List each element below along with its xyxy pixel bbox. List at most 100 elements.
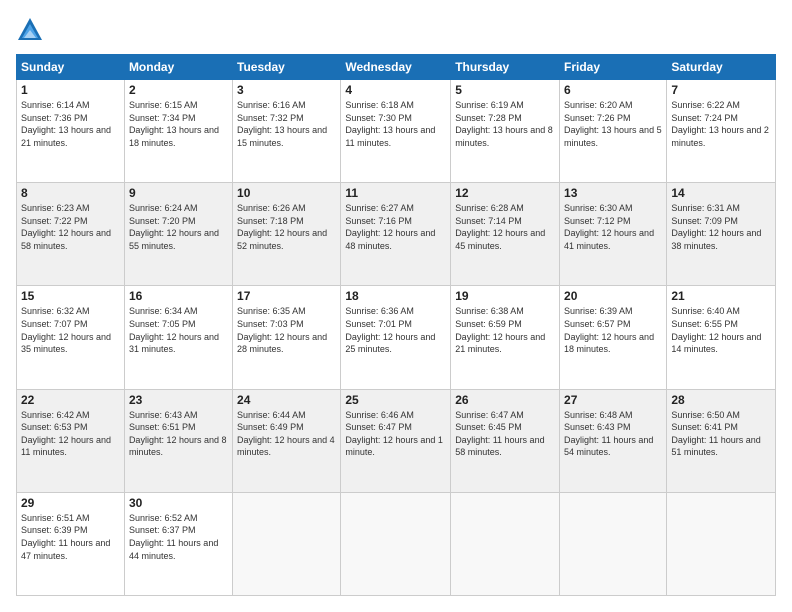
day-info: Sunrise: 6:20 AMSunset: 7:26 PMDaylight:… xyxy=(564,99,662,149)
day-number: 16 xyxy=(129,289,228,303)
day-number: 22 xyxy=(21,393,120,407)
day-info: Sunrise: 6:44 AMSunset: 6:49 PMDaylight:… xyxy=(237,409,336,459)
week-row: 29Sunrise: 6:51 AMSunset: 6:39 PMDayligh… xyxy=(17,492,776,595)
day-info: Sunrise: 6:52 AMSunset: 6:37 PMDaylight:… xyxy=(129,512,228,562)
day-header: Friday xyxy=(560,55,667,80)
day-info: Sunrise: 6:40 AMSunset: 6:55 PMDaylight:… xyxy=(671,305,771,355)
day-cell xyxy=(341,492,451,595)
day-number: 5 xyxy=(455,83,555,97)
day-number: 9 xyxy=(129,186,228,200)
day-info: Sunrise: 6:35 AMSunset: 7:03 PMDaylight:… xyxy=(237,305,336,355)
day-cell: 4Sunrise: 6:18 AMSunset: 7:30 PMDaylight… xyxy=(341,80,451,183)
day-info: Sunrise: 6:19 AMSunset: 7:28 PMDaylight:… xyxy=(455,99,555,149)
week-row: 22 Sunrise: 6:42 AMSunset: 6:53 PMDayligh… xyxy=(17,389,776,492)
day-cell: 2 Sunrise: 6:15 AMSunset: 7:34 PMDaylight… xyxy=(124,80,232,183)
day-info: Sunrise: 6:23 AMSunset: 7:22 PMDaylight:… xyxy=(21,202,120,252)
day-number: 27 xyxy=(564,393,662,407)
day-number: 28 xyxy=(671,393,771,407)
day-number: 21 xyxy=(671,289,771,303)
day-number: 18 xyxy=(345,289,446,303)
day-number: 13 xyxy=(564,186,662,200)
day-info: Sunrise: 6:46 AMSunset: 6:47 PMDaylight:… xyxy=(345,409,446,459)
day-cell xyxy=(451,492,560,595)
day-cell: 29Sunrise: 6:51 AMSunset: 6:39 PMDayligh… xyxy=(17,492,125,595)
day-info: Sunrise: 6:32 AMSunset: 7:07 PMDaylight:… xyxy=(21,305,120,355)
day-info: Sunrise: 6:26 AMSunset: 7:18 PMDaylight:… xyxy=(237,202,336,252)
day-number: 14 xyxy=(671,186,771,200)
day-cell: 16 Sunrise: 6:34 AMSunset: 7:05 PMDayligh… xyxy=(124,286,232,389)
page: SundayMondayTuesdayWednesdayThursdayFrid… xyxy=(0,0,792,612)
day-info: Sunrise: 6:34 AMSunset: 7:05 PMDaylight:… xyxy=(129,305,228,355)
day-info: Sunrise: 6:36 AMSunset: 7:01 PMDaylight:… xyxy=(345,305,446,355)
week-row: 15 Sunrise: 6:32 AMSunset: 7:07 PMDayligh… xyxy=(17,286,776,389)
day-info: Sunrise: 6:30 AMSunset: 7:12 PMDaylight:… xyxy=(564,202,662,252)
day-cell: 9 Sunrise: 6:24 AMSunset: 7:20 PMDaylight… xyxy=(124,183,232,286)
day-info: Sunrise: 6:27 AMSunset: 7:16 PMDaylight:… xyxy=(345,202,446,252)
day-cell: 7Sunrise: 6:22 AMSunset: 7:24 PMDaylight… xyxy=(667,80,776,183)
day-cell: 20 Sunrise: 6:39 AMSunset: 6:57 PMDayligh… xyxy=(560,286,667,389)
day-number: 10 xyxy=(237,186,336,200)
day-number: 2 xyxy=(129,83,228,97)
header-row: SundayMondayTuesdayWednesdayThursdayFrid… xyxy=(17,55,776,80)
day-cell xyxy=(667,492,776,595)
day-cell xyxy=(233,492,341,595)
day-header: Tuesday xyxy=(233,55,341,80)
day-cell: 30 Sunrise: 6:52 AMSunset: 6:37 PMDayligh… xyxy=(124,492,232,595)
day-info: Sunrise: 6:16 AMSunset: 7:32 PMDaylight:… xyxy=(237,99,336,149)
day-info: Sunrise: 6:50 AMSunset: 6:41 PMDaylight:… xyxy=(671,409,771,459)
day-cell: 17 Sunrise: 6:35 AMSunset: 7:03 PMDayligh… xyxy=(233,286,341,389)
day-cell: 22 Sunrise: 6:42 AMSunset: 6:53 PMDayligh… xyxy=(17,389,125,492)
day-number: 12 xyxy=(455,186,555,200)
day-number: 6 xyxy=(564,83,662,97)
day-cell: 10 Sunrise: 6:26 AMSunset: 7:18 PMDayligh… xyxy=(233,183,341,286)
day-cell: 24 Sunrise: 6:44 AMSunset: 6:49 PMDayligh… xyxy=(233,389,341,492)
day-info: Sunrise: 6:47 AMSunset: 6:45 PMDaylight:… xyxy=(455,409,555,459)
day-info: Sunrise: 6:42 AMSunset: 6:53 PMDaylight:… xyxy=(21,409,120,459)
day-header: Thursday xyxy=(451,55,560,80)
day-info: Sunrise: 6:51 AMSunset: 6:39 PMDaylight:… xyxy=(21,512,120,562)
day-info: Sunrise: 6:15 AMSunset: 7:34 PMDaylight:… xyxy=(129,99,228,149)
day-cell: 11 Sunrise: 6:27 AMSunset: 7:16 PMDayligh… xyxy=(341,183,451,286)
week-row: 8Sunrise: 6:23 AMSunset: 7:22 PMDaylight… xyxy=(17,183,776,286)
day-number: 20 xyxy=(564,289,662,303)
day-info: Sunrise: 6:14 AMSunset: 7:36 PMDaylight:… xyxy=(21,99,120,149)
day-cell xyxy=(560,492,667,595)
day-number: 15 xyxy=(21,289,120,303)
day-header: Wednesday xyxy=(341,55,451,80)
day-number: 24 xyxy=(237,393,336,407)
day-number: 30 xyxy=(129,496,228,510)
day-number: 19 xyxy=(455,289,555,303)
day-number: 25 xyxy=(345,393,446,407)
day-number: 1 xyxy=(21,83,120,97)
day-info: Sunrise: 6:43 AMSunset: 6:51 PMDaylight:… xyxy=(129,409,228,459)
day-info: Sunrise: 6:24 AMSunset: 7:20 PMDaylight:… xyxy=(129,202,228,252)
calendar-table: SundayMondayTuesdayWednesdayThursdayFrid… xyxy=(16,54,776,596)
day-cell: 19 Sunrise: 6:38 AMSunset: 6:59 PMDayligh… xyxy=(451,286,560,389)
day-header: Monday xyxy=(124,55,232,80)
day-number: 3 xyxy=(237,83,336,97)
day-cell: 1 Sunrise: 6:14 AMSunset: 7:36 PMDaylight… xyxy=(17,80,125,183)
day-info: Sunrise: 6:39 AMSunset: 6:57 PMDaylight:… xyxy=(564,305,662,355)
day-info: Sunrise: 6:38 AMSunset: 6:59 PMDaylight:… xyxy=(455,305,555,355)
day-header: Sunday xyxy=(17,55,125,80)
day-cell: 3 Sunrise: 6:16 AMSunset: 7:32 PMDaylight… xyxy=(233,80,341,183)
day-info: Sunrise: 6:28 AMSunset: 7:14 PMDaylight:… xyxy=(455,202,555,252)
day-info: Sunrise: 6:31 AMSunset: 7:09 PMDaylight:… xyxy=(671,202,771,252)
day-number: 7 xyxy=(671,83,771,97)
day-header: Saturday xyxy=(667,55,776,80)
day-cell: 14 Sunrise: 6:31 AMSunset: 7:09 PMDayligh… xyxy=(667,183,776,286)
day-number: 17 xyxy=(237,289,336,303)
day-number: 4 xyxy=(345,83,446,97)
day-cell: 13 Sunrise: 6:30 AMSunset: 7:12 PMDayligh… xyxy=(560,183,667,286)
day-cell: 12 Sunrise: 6:28 AMSunset: 7:14 PMDayligh… xyxy=(451,183,560,286)
header xyxy=(16,16,776,44)
day-cell: 26 Sunrise: 6:47 AMSunset: 6:45 PMDayligh… xyxy=(451,389,560,492)
logo-icon xyxy=(16,16,44,44)
day-cell: 15 Sunrise: 6:32 AMSunset: 7:07 PMDayligh… xyxy=(17,286,125,389)
day-cell: 28 Sunrise: 6:50 AMSunset: 6:41 PMDayligh… xyxy=(667,389,776,492)
day-number: 11 xyxy=(345,186,446,200)
day-number: 26 xyxy=(455,393,555,407)
day-cell: 27Sunrise: 6:48 AMSunset: 6:43 PMDayligh… xyxy=(560,389,667,492)
day-cell: 21 Sunrise: 6:40 AMSunset: 6:55 PMDayligh… xyxy=(667,286,776,389)
day-cell: 23Sunrise: 6:43 AMSunset: 6:51 PMDayligh… xyxy=(124,389,232,492)
